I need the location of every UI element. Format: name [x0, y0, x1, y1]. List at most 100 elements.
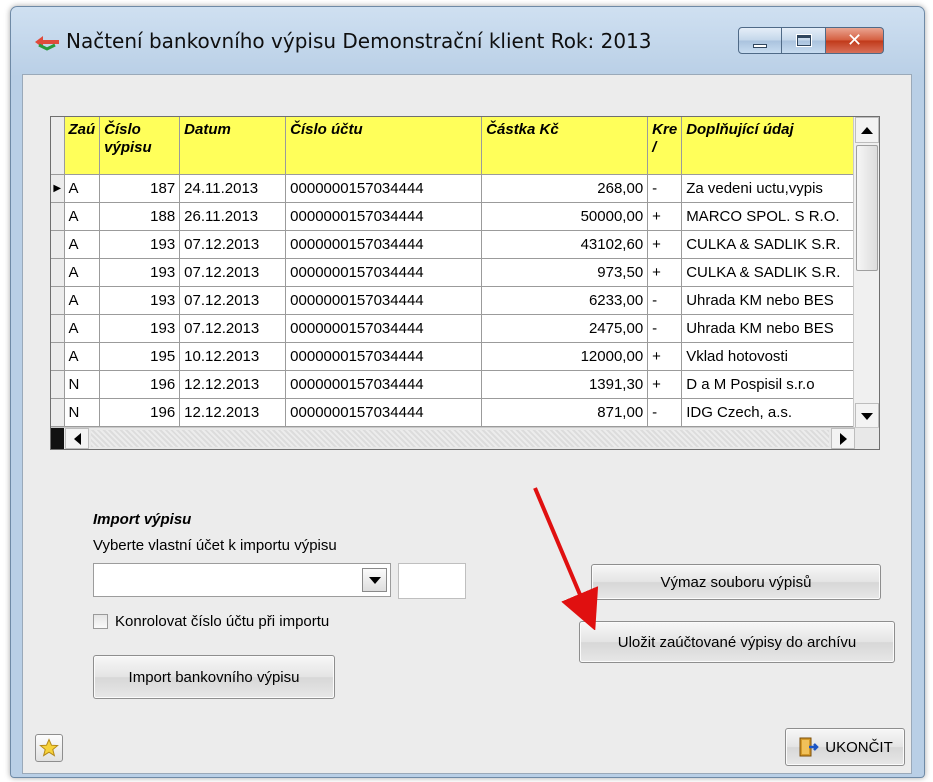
cell-cislo[interactable]: 187 [99, 174, 181, 203]
cell-kre[interactable]: - [647, 314, 683, 343]
account-select-dropdown-button[interactable] [362, 568, 387, 592]
cell-udaj[interactable]: MARCO SPOL. S R.O. [681, 202, 871, 231]
archive-statements-button[interactable]: Uložit zaúčtované výpisy do archívu [579, 621, 895, 663]
cell-udaj[interactable]: CULKA & SADLIK S.R. [681, 230, 871, 259]
table-row[interactable]: N 196 12.12.2013 0000000157034444 1391,30 + D … [51, 370, 871, 399]
cell-kre[interactable]: + [647, 342, 683, 371]
cell-datum[interactable]: 10.12.2013 [179, 342, 287, 371]
cell-castka[interactable]: 871,00 [481, 398, 649, 427]
delete-statement-file-button[interactable]: Výmaz souboru výpisů [591, 564, 881, 600]
cell-ucet[interactable]: 0000000157034444 [285, 202, 483, 231]
cell-cislo[interactable]: 196 [99, 398, 181, 427]
scroll-down-button[interactable] [855, 403, 879, 429]
cell-zau[interactable]: A [64, 230, 101, 259]
cell-zau[interactable]: A [64, 258, 101, 287]
account-code-field[interactable] [398, 563, 466, 599]
cell-cislo[interactable]: 193 [99, 230, 181, 259]
cell-ucet[interactable]: 0000000157034444 [285, 258, 483, 287]
cell-castka[interactable]: 50000,00 [481, 202, 649, 231]
cell-kre[interactable]: - [647, 398, 683, 427]
table-row[interactable]: A 193 07.12.2013 0000000157034444 43102,60 + C… [51, 230, 871, 259]
check-account-checkbox[interactable] [93, 614, 108, 629]
cell-cislo[interactable]: 196 [99, 370, 181, 399]
cell-cislo[interactable]: 193 [99, 258, 181, 287]
cell-ucet[interactable]: 0000000157034444 [285, 370, 483, 399]
table-row[interactable]: N 196 12.12.2013 0000000157034444 871,00- IDG… [51, 398, 871, 427]
cell-castka[interactable]: 268,00 [481, 174, 649, 203]
cell-castka[interactable]: 12000,00 [481, 342, 649, 371]
cell-udaj[interactable]: Vklad hotovosti [681, 342, 871, 371]
cell-ucet[interactable]: 0000000157034444 [285, 174, 483, 203]
cell-castka[interactable]: 6233,00 [481, 286, 649, 315]
column-header-datum[interactable]: Datum [179, 117, 287, 175]
cell-udaj[interactable]: CULKA & SADLIK S.R. [681, 258, 871, 287]
cell-udaj[interactable]: D a M Pospisil s.r.o [681, 370, 871, 399]
vertical-scroll-thumb[interactable] [856, 145, 878, 271]
cell-castka[interactable]: 973,50 [481, 258, 649, 287]
cell-kre[interactable]: + [647, 202, 683, 231]
cell-zau[interactable]: A [64, 342, 101, 371]
cell-datum[interactable]: 07.12.2013 [179, 258, 287, 287]
favorite-button[interactable] [35, 734, 63, 762]
cell-zau[interactable]: N [64, 370, 101, 399]
cell-cislo[interactable]: 193 [99, 286, 181, 315]
column-header-cislo-vypisu[interactable]: Číslo výpisu [99, 117, 181, 175]
cell-datum[interactable]: 12.12.2013 [179, 370, 287, 399]
table-row[interactable]: ▶ A 187 24.11.2013 0000000157034444 268,00- Za… [51, 174, 871, 203]
cell-cislo[interactable]: 195 [99, 342, 181, 371]
cell-kre[interactable]: + [647, 258, 683, 287]
scroll-left-button[interactable] [65, 428, 89, 449]
column-header-doplnujici-udaj[interactable]: Doplňující údaj [681, 117, 871, 175]
import-statement-button[interactable]: Import bankovního výpisu [93, 655, 335, 699]
cell-castka[interactable]: 43102,60 [481, 230, 649, 259]
table-row[interactable]: A 188 26.11.2013 0000000157034444 50000,00 + M… [51, 202, 871, 231]
column-header-castka[interactable]: Částka Kč [481, 117, 649, 175]
cell-ucet[interactable]: 0000000157034444 [285, 398, 483, 427]
maximize-button[interactable] [782, 27, 826, 54]
check-account-option[interactable]: Konrolovat číslo účtu při importu [93, 613, 329, 630]
cell-cislo[interactable]: 188 [99, 202, 181, 231]
cell-datum[interactable]: 07.12.2013 [179, 286, 287, 315]
close-button[interactable]: ✕ [826, 27, 884, 54]
minimize-button[interactable] [738, 27, 782, 54]
horizontal-scrollbar[interactable] [51, 427, 879, 449]
table-row[interactable]: A 193 07.12.2013 0000000157034444 6233,00- Uh… [51, 286, 871, 315]
table-row[interactable]: A 193 07.12.2013 0000000157034444 973,50 + CUL… [51, 258, 871, 287]
cell-udaj[interactable]: IDG Czech, a.s. [681, 398, 871, 427]
scroll-up-button[interactable] [855, 117, 879, 143]
cell-ucet[interactable]: 0000000157034444 [285, 230, 483, 259]
cell-kre[interactable]: + [647, 370, 683, 399]
table-row[interactable]: A 193 07.12.2013 0000000157034444 2475,00- Uh… [51, 314, 871, 343]
cell-datum[interactable]: 24.11.2013 [179, 174, 287, 203]
cell-datum[interactable]: 07.12.2013 [179, 314, 287, 343]
cell-kre[interactable]: - [647, 174, 683, 203]
column-header-zau[interactable]: Zaú [64, 117, 101, 175]
cell-ucet[interactable]: 0000000157034444 [285, 286, 483, 315]
cell-zau[interactable]: A [64, 174, 101, 203]
cell-kre[interactable]: + [647, 230, 683, 259]
exit-button[interactable]: UKONČIT [785, 728, 905, 766]
cell-ucet[interactable]: 0000000157034444 [285, 342, 483, 371]
cell-cislo[interactable]: 193 [99, 314, 181, 343]
account-select[interactable] [93, 563, 391, 597]
cell-castka[interactable]: 1391,30 [481, 370, 649, 399]
scroll-right-button[interactable] [831, 428, 855, 449]
cell-zau[interactable]: A [64, 314, 101, 343]
cell-zau[interactable]: A [64, 286, 101, 315]
cell-udaj[interactable]: Uhrada KM nebo BES [681, 314, 871, 343]
cell-zau[interactable]: N [64, 398, 101, 427]
cell-kre[interactable]: - [647, 286, 683, 315]
cell-datum[interactable]: 26.11.2013 [179, 202, 287, 231]
column-header-cislo-uctu[interactable]: Číslo účtu [285, 117, 483, 175]
cell-ucet[interactable]: 0000000157034444 [285, 314, 483, 343]
horizontal-scroll-track[interactable] [91, 430, 829, 447]
column-header-kre[interactable]: Kre / [647, 117, 683, 175]
cell-udaj[interactable]: Uhrada KM nebo BES [681, 286, 871, 315]
cell-datum[interactable]: 12.12.2013 [179, 398, 287, 427]
cell-udaj[interactable]: Za vedeni uctu,vypis [681, 174, 871, 203]
cell-zau[interactable]: A [64, 202, 101, 231]
vertical-scrollbar[interactable] [853, 117, 879, 429]
statement-grid[interactable]: Zaú Číslo výpisu Datum Číslo účtu Částka… [50, 116, 880, 450]
cell-datum[interactable]: 07.12.2013 [179, 230, 287, 259]
table-row[interactable]: A 195 10.12.2013 0000000157034444 12000,00 + V… [51, 342, 871, 371]
